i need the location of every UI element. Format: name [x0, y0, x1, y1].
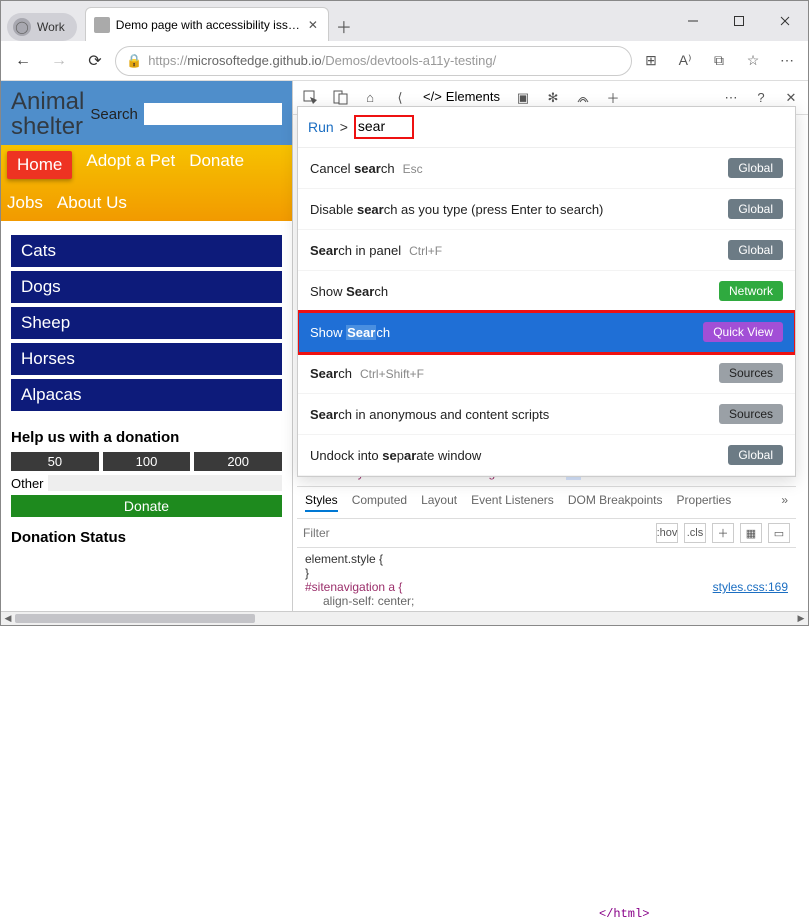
- cls-toggle[interactable]: .cls: [684, 523, 706, 543]
- horizontal-scrollbar[interactable]: ◀ ▶: [1, 611, 808, 625]
- tab-close-icon[interactable]: ✕: [306, 18, 320, 32]
- hov-toggle[interactable]: :hov: [656, 523, 678, 543]
- new-rule-icon[interactable]: ＋: [712, 523, 734, 543]
- command-item[interactable]: Disable search as you type (press Enter …: [298, 189, 795, 230]
- url-text: https://microsoftedge.github.io/Demos/de…: [148, 53, 621, 68]
- styles-tab-layout[interactable]: Layout: [421, 493, 457, 512]
- read-aloud-icon[interactable]: A⁾: [670, 46, 700, 76]
- profile-label: Work: [37, 20, 65, 34]
- category-cats[interactable]: Cats: [11, 235, 282, 267]
- command-item[interactable]: SearchCtrl+Shift+FSources: [298, 353, 795, 394]
- page-banner: Animalshelter Search: [1, 81, 292, 145]
- donation-status-heading: Donation Status: [1, 517, 292, 552]
- window-minimize-button[interactable]: [670, 1, 716, 41]
- html-close-tag: </html>: [593, 905, 784, 923]
- profile-pill[interactable]: ◯ Work: [7, 13, 77, 41]
- run-label: Run: [308, 119, 334, 135]
- category-horses[interactable]: Horses: [11, 343, 282, 375]
- command-input[interactable]: [358, 118, 410, 134]
- command-list: Cancel searchEscGlobalDisable search as …: [298, 148, 795, 476]
- styles-filter-input[interactable]: [303, 526, 458, 540]
- site-nav: Home Adopt a Pet Donate Jobs About Us: [1, 145, 292, 221]
- command-badge: Sources: [719, 404, 783, 424]
- devtools-lower-pane: </html> htmlbodysectionnav#sitenavigatio…: [297, 459, 796, 611]
- nav-about[interactable]: About Us: [57, 193, 127, 213]
- search-label: Search: [90, 106, 138, 123]
- category-alpacas[interactable]: Alpacas: [11, 379, 282, 411]
- styles-filter-row: :hov .cls ＋ ▦ ▭: [297, 519, 796, 548]
- donation-heading: Help us with a donation: [1, 417, 292, 452]
- command-badge: Quick View: [703, 322, 783, 342]
- command-badge: Global: [728, 445, 783, 465]
- scroll-left-icon[interactable]: ◀: [1, 612, 15, 625]
- page-content: Animalshelter Search Home Adopt a Pet Do…: [1, 81, 293, 613]
- css-pane[interactable]: element.style { } #sitenavigation a {sty…: [297, 548, 796, 612]
- scroll-right-icon[interactable]: ▶: [794, 612, 808, 625]
- window-maximize-button[interactable]: [716, 1, 762, 41]
- command-input-highlight: [354, 115, 414, 139]
- computed-toggle-icon[interactable]: ▭: [768, 523, 790, 543]
- refresh-button[interactable]: ⟳: [79, 45, 111, 77]
- new-tab-button[interactable]: ＋: [329, 11, 359, 41]
- styles-tab-listeners[interactable]: Event Listeners: [471, 493, 554, 512]
- url-field[interactable]: 🔒 https://microsoftedge.github.io/Demos/…: [115, 46, 632, 76]
- command-item[interactable]: Cancel searchEscGlobal: [298, 148, 795, 189]
- app-install-icon[interactable]: ⊞: [636, 46, 666, 76]
- command-item[interactable]: Search in panelCtrl+FGlobal: [298, 230, 795, 271]
- other-amount-input[interactable]: [48, 475, 282, 491]
- command-badge: Global: [728, 158, 783, 178]
- prompt-icon: >: [340, 119, 348, 135]
- nav-adopt[interactable]: Adopt a Pet: [86, 151, 175, 179]
- tab-favicon-icon: [94, 17, 110, 33]
- command-badge: Network: [719, 281, 783, 301]
- window-close-button[interactable]: [762, 1, 808, 41]
- favorite-icon[interactable]: ☆: [738, 46, 768, 76]
- amount-200[interactable]: 200: [194, 452, 282, 471]
- styles-tab-props[interactable]: Properties: [677, 493, 732, 512]
- scroll-thumb[interactable]: [15, 614, 255, 623]
- window-titlebar: ◯ Work Demo page with accessibility iss……: [1, 1, 808, 41]
- donation-amounts: 50 100 200: [1, 452, 292, 471]
- command-badge: Global: [728, 199, 783, 219]
- collections-icon[interactable]: ⧉: [704, 46, 734, 76]
- category-dogs[interactable]: Dogs: [11, 271, 282, 303]
- nav-jobs[interactable]: Jobs: [7, 193, 43, 213]
- command-item[interactable]: Show SearchQuick View: [298, 312, 795, 353]
- brand-title: Animalshelter: [11, 89, 84, 139]
- category-sheep[interactable]: Sheep: [11, 307, 282, 339]
- styles-tabstrip: Styles Computed Layout Event Listeners D…: [297, 487, 796, 519]
- address-bar: ← → ⟳ 🔒 https://microsoftedge.github.io/…: [1, 41, 808, 81]
- donate-button[interactable]: Donate: [11, 495, 282, 517]
- back-button[interactable]: ←: [7, 45, 39, 77]
- command-item[interactable]: Search in anonymous and content scriptsS…: [298, 394, 795, 435]
- tab-title: Demo page with accessibility iss…: [116, 18, 300, 32]
- command-item[interactable]: Undock into separate windowGlobal: [298, 435, 795, 476]
- forward-button: →: [43, 45, 75, 77]
- amount-50[interactable]: 50: [11, 452, 99, 471]
- category-list: Cats Dogs Sheep Horses Alpacas: [1, 221, 292, 417]
- profile-avatar-icon: ◯: [13, 18, 31, 36]
- other-label: Other: [11, 476, 44, 491]
- styles-tab-dombp[interactable]: DOM Breakpoints: [568, 493, 663, 512]
- more-icon[interactable]: ⋯: [772, 46, 802, 76]
- command-badge: Sources: [719, 363, 783, 383]
- styles-tab-overflow-icon[interactable]: »: [781, 493, 788, 512]
- search-input[interactable]: [144, 103, 282, 125]
- nav-home[interactable]: Home: [7, 151, 72, 179]
- stylesheet-link[interactable]: styles.css:169: [713, 580, 788, 594]
- nav-donate[interactable]: Donate: [189, 151, 244, 179]
- styles-tab-styles[interactable]: Styles: [305, 493, 338, 512]
- command-badge: Global: [728, 240, 783, 260]
- amount-100[interactable]: 100: [103, 452, 191, 471]
- styles-tab-computed[interactable]: Computed: [352, 493, 407, 512]
- flex-overlay-icon[interactable]: ▦: [740, 523, 762, 543]
- site-lock-icon[interactable]: 🔒: [126, 53, 142, 69]
- command-item[interactable]: Show SearchNetwork: [298, 271, 795, 312]
- browser-tab[interactable]: Demo page with accessibility iss… ✕: [85, 7, 329, 41]
- command-menu: Run > Cancel searchEscGlobalDisable sear…: [297, 106, 796, 477]
